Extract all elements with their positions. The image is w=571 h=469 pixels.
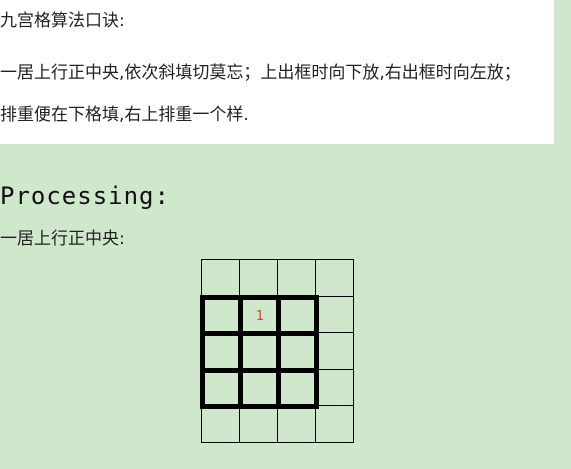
grid-cell [315, 405, 354, 443]
grid-cell [277, 368, 316, 406]
grid-cell [277, 295, 316, 333]
step-label: 一居上行正中央: [0, 229, 125, 249]
grid-cell [277, 332, 316, 370]
grid-cell [277, 259, 316, 297]
grid-cell [239, 405, 278, 443]
grid-cell [239, 259, 278, 297]
grid-cell [201, 259, 240, 297]
grid-cell [201, 332, 240, 370]
processing-heading: Processing: [0, 182, 170, 210]
square-line [200, 367, 319, 373]
grid-cell [201, 295, 240, 333]
square-line [200, 294, 319, 300]
grid-cell [277, 405, 316, 443]
grid-cell [315, 368, 354, 406]
grid-cell [239, 368, 278, 406]
square-number: 1 [255, 308, 265, 324]
grid-cell [201, 368, 240, 406]
square-line [314, 294, 319, 409]
grid-cell [201, 405, 240, 443]
grid-cell [315, 259, 354, 297]
magic-square-grid: 1 [200, 259, 354, 443]
square-line [200, 404, 319, 409]
rhyme-line-2: 排重便在下格填,右上排重一个样. [0, 105, 249, 125]
grid-cell [239, 332, 278, 370]
rhyme-line-1: 一居上行正中央,依次斜填切莫忘；上出框时向下放,右出框时向左放； [0, 63, 521, 83]
square-line [200, 331, 319, 336]
rhyme-panel: 九宫格算法口诀: 一居上行正中央,依次斜填切莫忘；上出框时向下放,右出框时向左放… [0, 0, 554, 144]
rhyme-title: 九宫格算法口诀: [0, 11, 125, 31]
square-line [200, 294, 205, 409]
grid-cell [315, 295, 354, 333]
grid-cell [315, 332, 354, 370]
